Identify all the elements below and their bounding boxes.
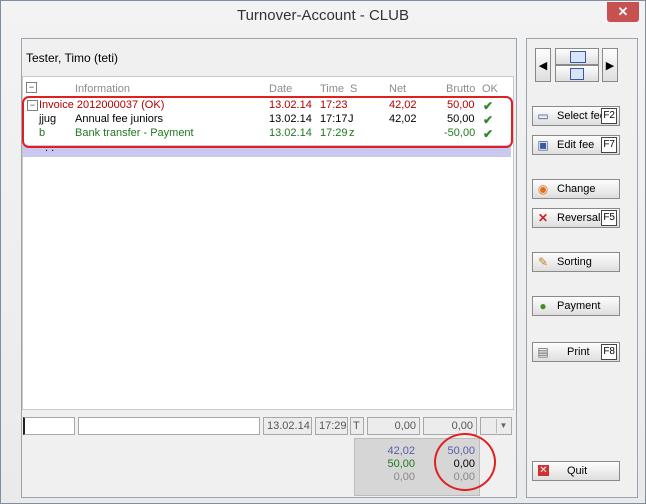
quit-button[interactable]: ✕ Quit	[532, 461, 620, 481]
reversal-x-icon: ✕	[537, 211, 549, 225]
info-input[interactable]	[78, 417, 260, 435]
quit-icon: ✕	[538, 465, 549, 476]
highlight-circle-annotation	[434, 433, 496, 491]
payment-label: Payment	[557, 300, 601, 312]
change-icon: ◉	[537, 182, 549, 196]
change-button[interactable]: ◉ Change	[532, 179, 620, 199]
col-time[interactable]: Time	[320, 83, 344, 95]
quit-label: Quit	[567, 465, 588, 477]
select-icon: ▭	[537, 109, 549, 123]
total-paid: 50,00	[387, 458, 415, 470]
edit-icon: ▣	[537, 138, 549, 152]
record-icon	[570, 51, 586, 63]
chevron-down-icon[interactable]: ▼	[496, 419, 510, 433]
user-label: Tester, Timo (teti)	[26, 51, 119, 65]
sorting-label: Sorting	[557, 256, 592, 268]
printer-icon: ▤	[537, 345, 549, 359]
prev-button[interactable]: ◀	[535, 48, 551, 82]
sorting-wand-icon: ✎	[537, 255, 549, 269]
sorting-button[interactable]: ✎ Sorting	[532, 252, 620, 272]
window-title: Turnover-Account - CLUB	[236, 7, 409, 24]
change-label: Change	[557, 183, 596, 195]
total-net: 42,02	[387, 445, 415, 457]
col-brutto[interactable]: Brutto	[446, 83, 475, 95]
collapse-all-icon[interactable]: −	[26, 82, 37, 93]
total-open: 0,00	[393, 471, 415, 483]
select-fee-button[interactable]: ▭ Select fee F2	[532, 106, 620, 126]
reversal-button[interactable]: ✕ Reversal F5	[532, 208, 620, 228]
edit-fee-shortcut: F7	[601, 137, 617, 153]
date-input[interactable]: 13.02.14	[263, 417, 312, 435]
col-s[interactable]: S	[350, 83, 357, 95]
net-input[interactable]: 0,00	[367, 417, 420, 435]
col-information[interactable]: Information	[75, 83, 130, 95]
ok-dropdown[interactable]: ▼	[480, 417, 512, 435]
print-label: Print	[567, 346, 590, 358]
col-date[interactable]: Date	[269, 83, 292, 95]
col-ok[interactable]: OK	[482, 83, 498, 95]
search-record-button[interactable]	[555, 65, 599, 82]
col-net[interactable]: Net	[389, 83, 406, 95]
code-input[interactable]	[23, 417, 75, 435]
s-input[interactable]: T	[350, 417, 364, 435]
select-fee-label: Select fee	[557, 110, 606, 122]
payment-coins-icon: ●	[539, 299, 547, 313]
next-button[interactable]: ▶	[602, 48, 618, 82]
edit-fee-label: Edit fee	[557, 139, 595, 151]
close-button[interactable]: ✕	[607, 2, 639, 22]
time-input[interactable]: 17:29	[315, 417, 348, 435]
print-shortcut: F8	[601, 344, 617, 360]
select-fee-shortcut: F2	[601, 108, 617, 124]
payment-button[interactable]: ● Payment	[532, 296, 620, 316]
first-record-button[interactable]	[555, 48, 599, 65]
reversal-shortcut: F5	[601, 210, 617, 226]
search-icon	[570, 68, 584, 80]
reversal-label: Reversal	[557, 212, 601, 224]
print-button[interactable]: ▤ Print F8	[532, 342, 620, 362]
edit-fee-button[interactable]: ▣ Edit fee F7	[532, 135, 620, 155]
highlight-annotation	[22, 96, 513, 148]
